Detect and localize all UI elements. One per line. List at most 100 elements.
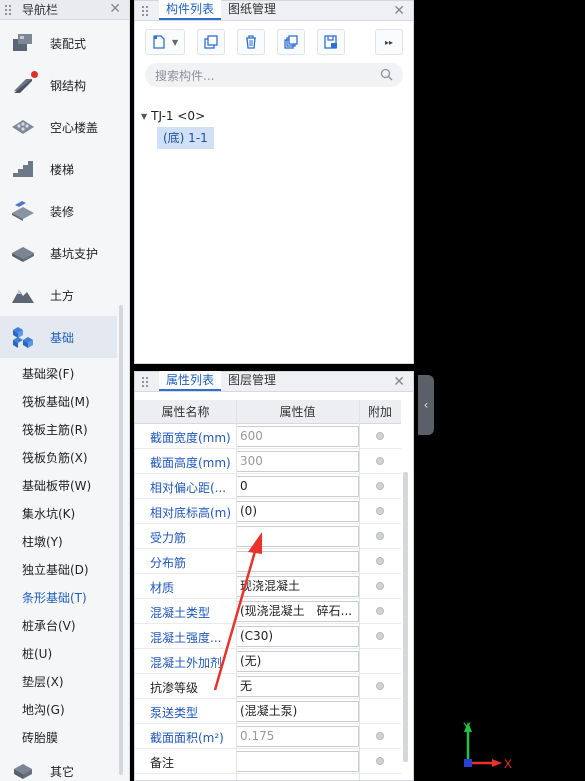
property-value-field[interactable]: (混凝土泵) (236, 701, 359, 722)
tree-root-node[interactable]: ▼ TJ-1 <0> (141, 109, 205, 123)
property-value-field[interactable]: 无 (236, 676, 359, 697)
extra-checkbox[interactable] (376, 757, 384, 765)
nav-category-label: 基坑支护 (50, 246, 99, 261)
search-icon[interactable] (380, 68, 393, 81)
property-value-field[interactable]: 0.175 (236, 726, 359, 747)
panel-close-icon[interactable]: ✕ (393, 4, 405, 18)
navigation-sidebar: 导航栏 ✕ 装配式 钢结构 空心楼盖 楼梯 装修 基坑支护 土方 基础 基础梁(… (0, 0, 130, 781)
property-value-field[interactable]: 600 (236, 426, 359, 447)
nav-sub-item[interactable]: 集水坑(K) (22, 505, 75, 522)
extra-checkbox[interactable] (376, 532, 384, 540)
extra-checkbox[interactable] (376, 732, 384, 740)
property-row: 混凝土外加剂 (无) (135, 649, 401, 674)
property-value-field[interactable] (236, 751, 359, 772)
property-value-field[interactable]: 300 (236, 451, 359, 472)
nav-sub-item[interactable]: 筏板基础(M) (22, 393, 90, 410)
excavation-support-icon (10, 241, 36, 265)
nav-category-label: 钢结构 (50, 78, 87, 93)
tree-root-label: TJ-1 <0> (151, 109, 206, 123)
nav-category-hollow-slab[interactable]: 空心楼盖 (0, 106, 117, 148)
drag-grip-icon[interactable] (141, 375, 149, 388)
property-row: 备注 (135, 749, 401, 774)
export-button[interactable] (317, 29, 345, 55)
nav-sub-item[interactable]: 地沟(G) (22, 701, 65, 718)
property-value-field[interactable]: 0 (236, 476, 359, 497)
tree-child-node-selected[interactable]: (底) 1-1 (157, 127, 214, 149)
property-row: 相对底标高(m) (0) (135, 499, 401, 524)
double-arrow-right-icon: ▸▸ (384, 37, 394, 47)
stairs-icon (10, 157, 36, 181)
property-name: 受力筋 (150, 531, 187, 545)
x-axis-arrow (492, 759, 502, 767)
new-file-icon (153, 35, 165, 49)
nav-close-icon[interactable]: ✕ (109, 2, 121, 16)
copy-button[interactable] (197, 29, 225, 55)
collapse-panel-button[interactable]: ‹ (418, 375, 434, 435)
property-row: 泵送类型 (混凝土泵) (135, 699, 401, 724)
property-name: 分布筋 (150, 556, 187, 570)
extra-checkbox[interactable] (376, 457, 384, 465)
nav-sub-item[interactable]: 垫层(X) (22, 673, 64, 690)
property-value-field[interactable]: (无) (236, 651, 359, 672)
property-value-field[interactable] (236, 551, 359, 572)
extra-checkbox[interactable] (376, 432, 384, 440)
extra-checkbox[interactable] (376, 607, 384, 615)
property-row: 混凝土强度... (C30) (135, 624, 401, 649)
extra-checkbox[interactable] (376, 482, 384, 490)
extra-checkbox[interactable] (376, 557, 384, 565)
nav-scrollbar[interactable] (119, 305, 123, 775)
extra-checkbox[interactable] (376, 582, 384, 590)
nav-sub-item[interactable]: 砖胎膜 (22, 729, 58, 746)
more-button[interactable]: ▸▸ (375, 29, 403, 55)
nav-sub-item[interactable]: 基础梁(F) (22, 365, 74, 382)
nav-category-foundation[interactable]: 基础 (0, 316, 117, 358)
nav-sub-item-active[interactable]: 条形基础(T) (22, 589, 87, 606)
nav-title: 导航栏 (22, 3, 59, 17)
property-value-field[interactable]: 现浇混凝土 (236, 576, 359, 597)
nav-category-other[interactable]: 其它 (0, 750, 117, 781)
nav-sub-item[interactable]: 独立基础(D) (22, 561, 89, 578)
nav-category-label: 空心楼盖 (50, 120, 99, 135)
property-name: 截面宽度(mm) (150, 431, 231, 445)
nav-category-stairs[interactable]: 楼梯 (0, 148, 117, 190)
nav-category-label: 土方 (50, 288, 75, 303)
nav-category-label: 装修 (50, 204, 75, 219)
nav-category-prefab[interactable]: 装配式 (0, 22, 117, 64)
nav-sub-item[interactable]: 桩承台(V) (22, 617, 76, 634)
nav-sub-item[interactable]: 桩(U) (22, 645, 52, 662)
tab-property-list[interactable]: 属性列表 (159, 371, 222, 391)
nav-sub-item[interactable]: 筏板负筋(X) (22, 449, 88, 466)
property-table: 属性名称 属性值 附加 截面宽度(mm) 600 截面高度(mm) 300 相对偏心距(… (135, 400, 401, 774)
nav-category-earthwork[interactable]: 土方 (0, 274, 117, 316)
drag-grip-icon[interactable] (141, 4, 149, 17)
component-search[interactable]: 搜索构件... (145, 63, 403, 87)
nav-category-excavation-support[interactable]: 基坑支护 (0, 232, 117, 274)
earthwork-icon (10, 283, 36, 307)
new-component-button[interactable]: ▼ (145, 29, 185, 55)
tab-layer-management[interactable]: 图层管理 (221, 371, 283, 391)
layer-copy-button[interactable] (277, 29, 305, 55)
tab-component-list[interactable]: 构件列表 (159, 0, 222, 20)
nav-sub-item[interactable]: 筏板主筋(R) (22, 421, 88, 438)
property-scrollbar[interactable] (403, 472, 408, 762)
property-value-field[interactable]: (0) (236, 501, 359, 522)
property-tabbar: 属性列表 图层管理 ✕ (135, 371, 413, 392)
property-value-field[interactable]: (现浇混凝土 碎石... (236, 601, 359, 622)
nav-sub-item[interactable]: 基础板带(W) (22, 477, 91, 494)
extra-checkbox[interactable] (376, 632, 384, 640)
nav-sub-item[interactable]: 柱墩(Y) (22, 533, 63, 550)
tab-drawing-management[interactable]: 图纸管理 (221, 0, 283, 20)
property-row: 截面宽度(mm) 600 (135, 424, 401, 449)
nav-category-steel[interactable]: 钢结构 (0, 64, 117, 106)
extra-checkbox[interactable] (376, 682, 384, 690)
panel-close-icon[interactable]: ✕ (393, 375, 405, 389)
delete-button[interactable] (237, 29, 265, 55)
drag-grip-icon[interactable] (4, 3, 12, 16)
nav-category-decoration[interactable]: 装修 (0, 190, 117, 232)
property-value-field[interactable] (236, 526, 359, 547)
property-value-field[interactable]: (C30) (236, 626, 359, 647)
y-axis-label: Y (463, 720, 471, 734)
property-list-panel: 属性列表 图层管理 ✕ 属性名称 属性值 附加 截面宽度(mm) 600 截面高度(… (134, 371, 414, 781)
extra-checkbox[interactable] (376, 507, 384, 515)
expand-arrow-icon[interactable]: ▼ (141, 112, 147, 121)
